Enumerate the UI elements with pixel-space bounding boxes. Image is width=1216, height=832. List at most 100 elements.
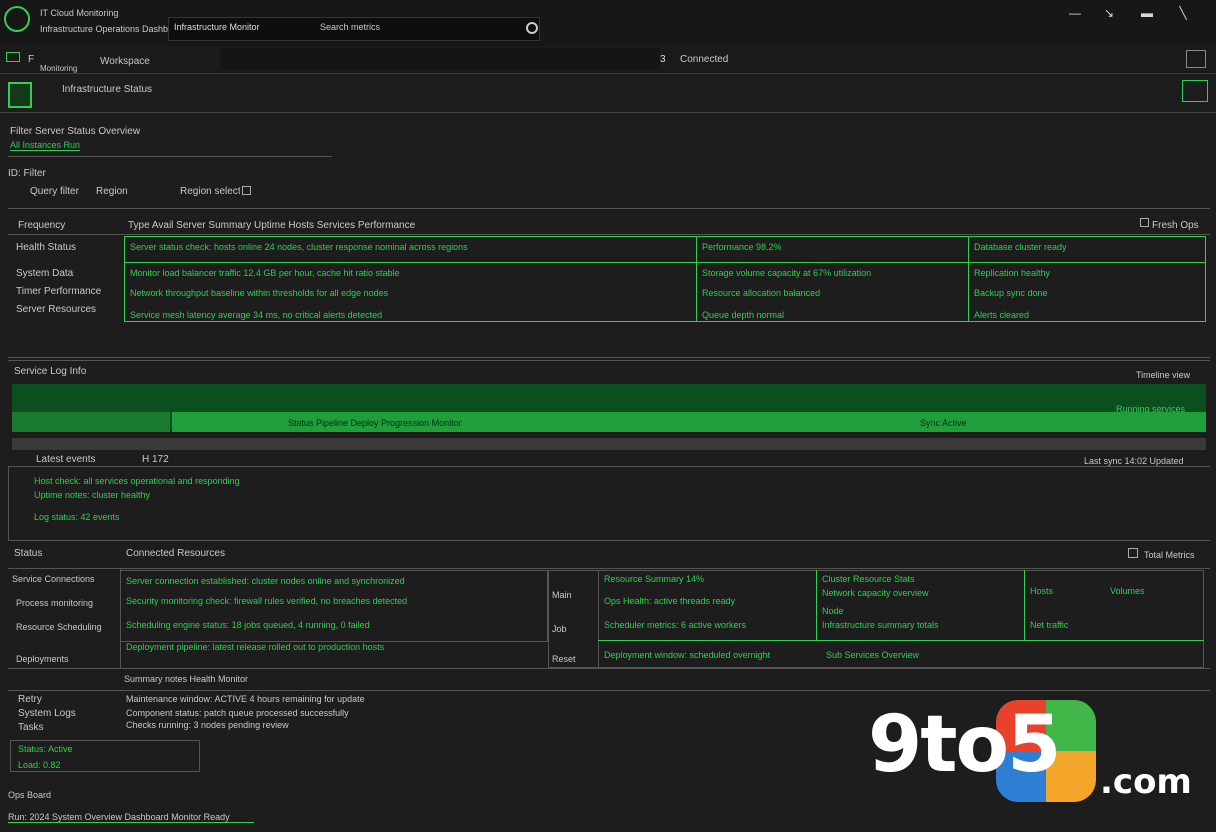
bar-label: Status Pipeline Deploy Progression Monit… (288, 418, 462, 428)
restore-icon[interactable]: ↘ (1102, 6, 1116, 20)
divider (0, 112, 1216, 113)
overview-title: Frequency (18, 220, 66, 231)
toolbar-section-label: Monitoring tools (40, 64, 80, 73)
watermark-brand: 9to5 (868, 700, 1061, 790)
divider (598, 570, 599, 668)
bottom-line: Component status: patch queue processed … (126, 708, 349, 718)
mid-row: Resource Summary 14% (604, 574, 705, 584)
grid-divider (124, 262, 1206, 263)
nav-icon[interactable]: F (28, 54, 34, 65)
details-row-label: Resource Scheduling (16, 622, 102, 632)
grid-cell: Database cluster ready (974, 242, 1067, 252)
minimize-icon[interactable]: — (1068, 6, 1082, 20)
grid-cell: Network throughput baseline within thres… (130, 288, 389, 298)
right-row: Node (822, 606, 844, 616)
mid-row: Deployment window: scheduled overnight (604, 650, 771, 660)
sidebar-toggle-icon[interactable] (1186, 50, 1206, 68)
export-icon[interactable] (1128, 548, 1138, 558)
details-row-label: Deployments (16, 654, 69, 664)
far-right-row: Net traffic (1030, 620, 1069, 630)
divider (816, 570, 817, 640)
bottom-summary: Summary notes Health Monitor (124, 674, 249, 684)
bottom-line: Checks running: 3 nodes pending review (126, 720, 289, 730)
bottom-row: Ops Board (8, 790, 52, 800)
close-icon[interactable]: ╲ (1176, 6, 1190, 20)
bar-right-label: Sync Active (920, 418, 967, 428)
details-row-label: Service Connections (12, 574, 95, 584)
divider (8, 568, 1210, 569)
settings-icon[interactable] (1140, 218, 1149, 227)
divider (8, 690, 1210, 691)
bottom-row: Run: 2024 System Overview Dashboard Moni… (8, 812, 254, 823)
divider (8, 540, 1210, 541)
filter-sub[interactable]: All Instances Running (10, 140, 80, 151)
toolbar-input[interactable] (220, 48, 660, 70)
timeline-event: Host check: all services operational and… (34, 476, 240, 486)
app-title: IT Cloud Monitoring (40, 8, 119, 18)
region-label: Region (96, 186, 128, 197)
mid-label: Job (552, 624, 567, 634)
maximize-icon[interactable]: ▬ (1140, 6, 1154, 20)
back-icon[interactable] (1182, 80, 1208, 102)
grid-cell: Replication healthy (974, 268, 1051, 278)
mid-row: Ops Health: active threads ready (604, 596, 736, 606)
grid-cell: Queue depth normal (702, 310, 785, 320)
search-label: Search metrics (320, 22, 381, 32)
grid-cell: Monitor load balancer traffic 12.4 GB pe… (130, 268, 400, 278)
bottom-label: Retry (18, 694, 42, 705)
far-right-row: Hosts (1030, 586, 1054, 596)
grid-cell: Service mesh latency average 34 ms, no c… (130, 310, 383, 320)
scroll-track[interactable] (12, 438, 1206, 450)
timeline-footer-mid: H 172 (142, 454, 169, 465)
divider (598, 640, 1204, 641)
bottom-label: Tasks (18, 722, 44, 733)
details-right-label: Total Metrics (1144, 550, 1195, 560)
dropdown-icon[interactable] (242, 186, 251, 195)
overview-columns: Type Avail Server Summary Uptime Hosts S… (128, 220, 416, 231)
toolbar-count: 3 (660, 54, 666, 65)
bottom-label: System Logs (18, 708, 76, 719)
page-label: Infrastructure Status (62, 84, 153, 95)
timeline-event: Uptime notes: cluster healthy (34, 490, 151, 500)
grid-cell: Resource allocation balanced (702, 288, 821, 298)
id-label: ID: Filter (8, 168, 46, 179)
bottom-line: Maintenance window: ACTIVE 4 hours remai… (126, 694, 365, 704)
status-line: Load: 0.82 (18, 760, 61, 770)
timeline-event: Log status: 42 events (34, 512, 120, 522)
toolbar-view-label: Workspace (100, 56, 150, 67)
mid-label: Reset (552, 654, 576, 664)
region-select[interactable]: Region select (180, 186, 240, 197)
tab-title: Infrastructure Monitor (174, 22, 260, 32)
divider (8, 234, 1210, 235)
details-line: Server connection established: cluster n… (126, 576, 405, 586)
divider (8, 156, 332, 157)
toolbar-status: Connected (680, 54, 729, 65)
timeline-footer-left: Latest events (36, 454, 96, 465)
grid-cell: Storage volume capacity at 67% utilizati… (702, 268, 872, 278)
divider (8, 466, 1210, 467)
far-right-row: Volumes (1110, 586, 1145, 596)
app-logo-icon (4, 6, 30, 32)
details-line: Scheduling engine status: 18 jobs queued… (126, 620, 370, 630)
details-title: Status (14, 548, 43, 559)
app-subtitle: Infrastructure Operations Dashboard (40, 24, 170, 34)
divider (1024, 570, 1025, 640)
overview-row-label: Server Resources (16, 304, 97, 315)
page-icon (8, 82, 32, 108)
overview-row-label: System Data (16, 268, 74, 279)
menu-icon[interactable] (6, 52, 20, 62)
right-row: Infrastructure summary totals (822, 620, 939, 630)
grid-cell: Alerts cleared (974, 310, 1030, 320)
mid-row: Scheduler metrics: 6 active workers (604, 620, 747, 630)
details-line: Security monitoring check: firewall rule… (126, 596, 408, 606)
divider (8, 466, 9, 540)
details-footer: Sub Services Overview (826, 650, 920, 660)
grid-divider (968, 236, 969, 322)
details-line: Deployment pipeline: latest release roll… (126, 642, 385, 652)
query-label: Query filter (30, 186, 79, 197)
timeline-title: Service Log Info (14, 366, 87, 377)
grid-cell: Server status check: hosts online 24 nod… (130, 242, 468, 252)
search-icon[interactable] (526, 22, 538, 34)
details-row-label: Process monitoring (16, 598, 94, 608)
grid-divider (696, 236, 697, 322)
